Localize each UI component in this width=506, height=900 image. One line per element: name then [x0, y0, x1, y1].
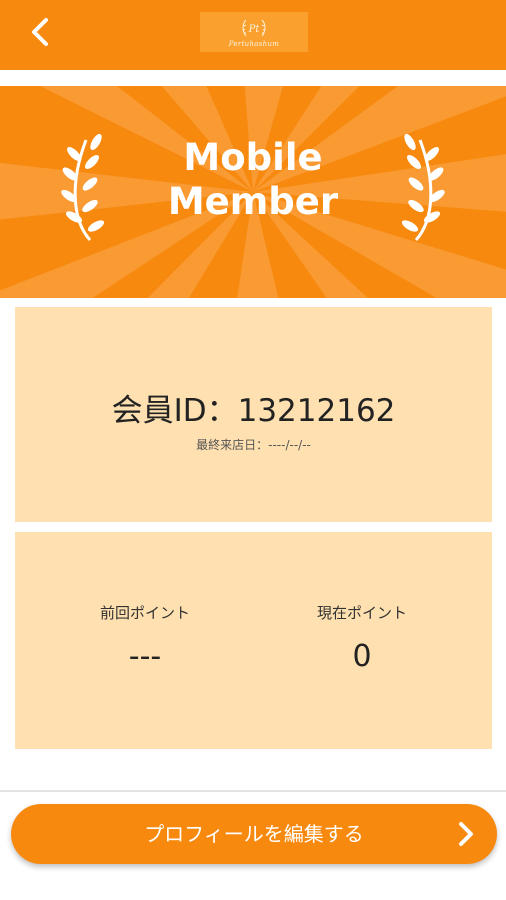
- last-visit-date: 最終来店日：----/--/--: [196, 438, 311, 452]
- member-id-card: 会員ID：13212162 最終来店日：----/--/--: [15, 307, 492, 522]
- member-id: 会員ID：13212162: [111, 393, 396, 429]
- edit-profile-button[interactable]: プロフィールを編集する: [11, 804, 497, 864]
- logo-text: Pertuhashum: [228, 39, 280, 48]
- points-card: 前回ポイント --- 現在ポイント 0: [15, 532, 492, 749]
- previous-points: 前回ポイント ---: [45, 602, 245, 675]
- app-header: Pt Pertuhashum: [0, 0, 506, 70]
- previous-points-label: 前回ポイント: [99, 604, 190, 622]
- footer-divider: [0, 790, 506, 792]
- previous-points-value: ---: [128, 639, 162, 674]
- logo-emblem-icon: Pt: [242, 19, 266, 36]
- svg-text:Pt: Pt: [248, 24, 261, 35]
- edit-profile-label: プロフィールを編集する: [144, 822, 364, 846]
- chevron-right-icon: [459, 822, 473, 846]
- current-points-label: 現在ポイント: [316, 604, 407, 622]
- brand-logo: Pt Pertuhashum: [200, 12, 308, 52]
- laurel-right-icon: [401, 133, 445, 242]
- chevron-left-icon: [32, 18, 48, 46]
- current-points: 現在ポイント 0: [262, 602, 462, 675]
- back-button[interactable]: [22, 14, 62, 54]
- current-points-value: 0: [352, 639, 372, 674]
- mobile-member-banner: Mobile Member: [0, 86, 506, 298]
